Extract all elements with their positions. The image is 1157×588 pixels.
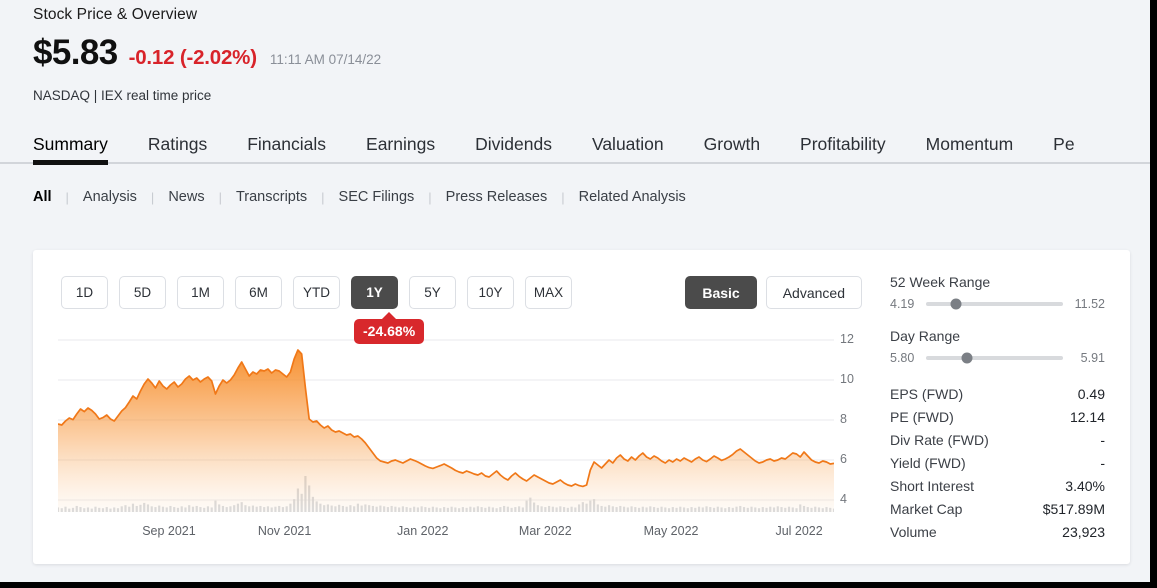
main-tabs: Summary Ratings Financials Earnings Dividend… (0, 122, 1150, 165)
metric-row: Volume 23,923 (890, 520, 1105, 543)
tab-growth[interactable]: Growth (684, 135, 780, 165)
day-range-high: 5.91 (1080, 351, 1105, 365)
metric-value: 0.49 (1077, 385, 1105, 402)
metric-row: EPS (FWD) 0.49 (890, 382, 1105, 405)
range-button-5d[interactable]: 5D (119, 276, 166, 309)
price-chart[interactable] (58, 328, 834, 512)
subtab-divider: | (150, 189, 155, 205)
tab-valuation[interactable]: Valuation (572, 135, 684, 165)
metric-key: Volume (890, 523, 937, 540)
tab-pe[interactable]: Pe (1033, 135, 1094, 165)
metric-value: $517.89M (1042, 500, 1105, 517)
range-button-5y[interactable]: 5Y (409, 276, 456, 309)
mode-button-basic[interactable]: Basic (685, 276, 757, 309)
metric-key: PE (FWD) (890, 408, 954, 425)
subtab-sec-filings[interactable]: SEC Filings (339, 189, 415, 205)
subtab-all[interactable]: All (33, 189, 52, 205)
metric-value: 23,923 (1062, 523, 1105, 540)
exchange-info: NASDAQ | IEX real time price (33, 88, 212, 103)
week52-slider[interactable]: 4.19 11.52 (890, 297, 1105, 311)
day-range-knob[interactable] (961, 352, 973, 364)
metric-row: Div Rate (FWD) - (890, 428, 1105, 451)
subtab-related-analysis[interactable]: Related Analysis (579, 189, 686, 205)
day-range-title: Day Range (890, 328, 961, 344)
subtab-divider: | (428, 189, 432, 205)
tab-profitability[interactable]: Profitability (780, 135, 906, 165)
tab-earnings[interactable]: Earnings (346, 135, 455, 165)
price-area-fill (58, 350, 834, 512)
performance-badge: -24.68% (354, 319, 425, 344)
x-axis-label: Jan 2022 (397, 524, 449, 538)
metric-value: 3.40% (1065, 477, 1105, 494)
week52-low: 4.19 (890, 297, 915, 311)
tab-dividends[interactable]: Dividends (455, 135, 572, 165)
y-axis-label: 4 (840, 492, 847, 506)
current-price: $5.83 (33, 33, 118, 72)
header: Stock Price & Overview $5.83 -0.12 (-2.0… (0, 0, 1150, 103)
range-button-6m[interactable]: 6M (235, 276, 282, 309)
day-range-slider[interactable]: 5.80 5.91 (890, 351, 1105, 365)
metric-value: 12.14 (1069, 408, 1105, 425)
tab-financials[interactable]: Financials (227, 135, 346, 165)
range-button-1m[interactable]: 1M (177, 276, 224, 309)
tab-summary[interactable]: Summary (33, 135, 128, 165)
y-axis-label: 10 (840, 372, 854, 386)
subtab-divider: | (65, 189, 69, 205)
subtab-divider: | (561, 189, 565, 205)
metric-key: Short Interest (890, 477, 975, 494)
page-title: Stock Price & Overview (33, 6, 198, 23)
metric-row: Yield (FWD) - (890, 451, 1105, 474)
subtab-news[interactable]: News (168, 189, 204, 205)
mode-button-advanced[interactable]: Advanced (765, 276, 862, 309)
x-axis-label: Jul 2022 (775, 524, 823, 538)
week52-title: 52 Week Range (890, 274, 991, 290)
quote-timestamp: 11:11 AM 07/14/22 (269, 52, 382, 67)
tab-momentum[interactable]: Momentum (906, 135, 1034, 165)
x-axis-label: Sep 2021 (142, 524, 196, 538)
x-axis-label: May 2022 (643, 524, 699, 538)
subtab-press-releases[interactable]: Press Releases (446, 189, 548, 205)
subtab-analysis[interactable]: Analysis (83, 189, 137, 205)
range-button-ytd[interactable]: YTD (293, 276, 340, 309)
content-subtabs: All | Analysis | News | Transcripts | SEC Filing… (0, 185, 1150, 209)
week52-knob[interactable] (950, 298, 962, 310)
price-chart-svg (58, 339, 834, 512)
x-axis-label: Nov 2021 (257, 524, 312, 538)
subtab-divider: | (218, 189, 222, 205)
metric-value: - (1100, 431, 1105, 448)
range-button-1d[interactable]: 1D (61, 276, 108, 309)
metric-key: Market Cap (890, 500, 963, 517)
metric-row: PE (FWD) 12.14 (890, 405, 1105, 428)
metrics-list: EPS (FWD) 0.49 PE (FWD) 12.14 Div Rate (FWD)… (890, 382, 1105, 543)
range-button-10y[interactable]: 10Y (467, 276, 514, 309)
metric-key: Div Rate (FWD) (890, 431, 989, 448)
metric-key: EPS (FWD) (890, 385, 964, 402)
metric-row: Short Interest 3.40% (890, 474, 1105, 497)
day-range-low: 5.80 (890, 351, 915, 365)
week52-track[interactable] (926, 298, 1063, 310)
stats-sidebar: 52 Week Range 4.19 11.52 Day Range 5.80 … (890, 274, 1105, 543)
range-button-1y[interactable]: 1Y (351, 276, 398, 309)
day-range: Day Range 5.80 5.91 (890, 328, 1105, 365)
price-change: -0.12 (-2.02%) (128, 46, 257, 69)
metric-value: - (1100, 454, 1105, 471)
y-axis-labels: 12 10 8 6 4 (840, 328, 880, 512)
mode-selector: Basic Advanced (685, 276, 862, 309)
y-axis-label: 8 (840, 412, 847, 426)
metric-key: Yield (FWD) (890, 454, 966, 471)
range-selector: 1D 5D 1M 6M YTD 1Y 5Y 10Y MAX (61, 276, 572, 309)
stock-overview-page: Stock Price & Overview $5.83 -0.12 (-2.0… (0, 0, 1157, 588)
tab-ratings[interactable]: Ratings (128, 135, 227, 165)
day-range-track[interactable] (926, 352, 1063, 364)
range-button-max[interactable]: MAX (525, 276, 572, 309)
y-axis-label: 12 (840, 332, 854, 346)
price-row: $5.83 -0.12 (-2.02%) 11:11 AM 07/14/22 (33, 33, 1150, 73)
y-axis-label: 6 (840, 452, 847, 466)
week52-high: 11.52 (1074, 297, 1105, 311)
metric-row: Market Cap $517.89M (890, 497, 1105, 520)
subtab-divider: | (321, 189, 325, 205)
week52-range: 52 Week Range 4.19 11.52 (890, 274, 1105, 311)
x-axis-label: Mar 2022 (518, 524, 572, 538)
subtab-transcripts[interactable]: Transcripts (236, 189, 307, 205)
